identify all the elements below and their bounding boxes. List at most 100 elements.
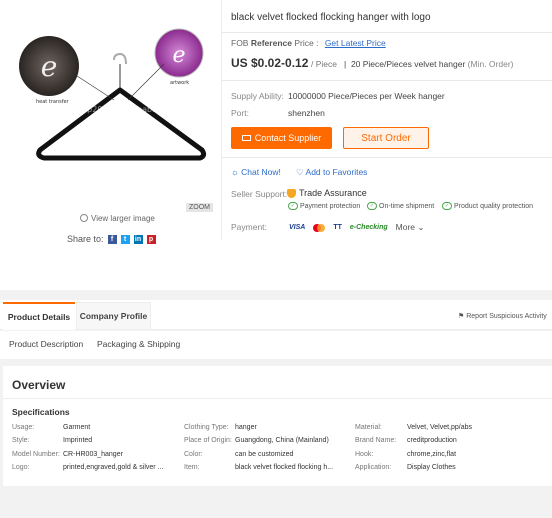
price-range: US $0.02-0.12 [231, 56, 309, 70]
zoom-badge[interactable]: ZOOM [186, 203, 213, 212]
favorites-label: Add to Favorites [305, 167, 368, 177]
overview-title: Overview [12, 378, 66, 392]
payment-protection: ✓ Payment protection [288, 202, 360, 210]
spec-value: hanger [235, 424, 257, 431]
view-larger-link[interactable]: View larger image [80, 214, 155, 223]
fob-reference: Reference [250, 38, 292, 48]
pinterest-icon[interactable]: p [146, 234, 156, 244]
tab-product-details[interactable]: Product Details [3, 302, 75, 330]
product-image[interactable]: e e latitudepp2016.en.alibaba.com heat t… [14, 8, 214, 208]
contact-label: Contact Supplier [254, 133, 322, 143]
chat-label: Chat Now! [241, 167, 281, 177]
svg-text:e: e [172, 43, 185, 68]
svg-text:artwork: artwork [170, 80, 189, 86]
divider [221, 0, 222, 240]
spec-key: Material: [355, 424, 382, 431]
moq-label: (Min. Order) [467, 59, 514, 69]
supply-label: Supply Ability: [231, 91, 284, 101]
spec-value: black velvet flocked flocking h... [235, 464, 334, 471]
svg-text:e: e [41, 50, 58, 83]
spec-value: Display Clothes [407, 464, 456, 471]
echecking-icon: e-Checking [349, 224, 388, 231]
trade-assurance[interactable]: Trade Assurance [287, 188, 367, 198]
spec-value: Garment [63, 424, 91, 431]
on-time-shipment: ✓ On-time shipment [367, 202, 434, 210]
tab-company-profile[interactable]: Company Profile [76, 302, 151, 330]
linkedin-icon[interactable]: in [133, 234, 143, 244]
chat-now-link[interactable]: ☼ Chat Now! [231, 167, 281, 177]
report-suspicious-link[interactable]: ⚑ Report Suspicious Activity [458, 312, 547, 320]
heart-icon: ♡ [296, 167, 304, 177]
check-icon: ✓ [288, 202, 298, 210]
protection-label: Product quality protection [454, 202, 533, 210]
visa-icon: VISA [289, 224, 306, 231]
get-latest-price-link[interactable]: Get Latest Price [325, 38, 386, 48]
product-title: black velvet flocked flocking hanger wit… [231, 12, 431, 23]
start-order-button[interactable]: Start Order [343, 127, 429, 149]
spec-key: Color: [184, 451, 203, 458]
spec-key: Logo: [12, 464, 30, 471]
flag-icon: ⚑ [458, 313, 465, 320]
spec-key: Application: [355, 464, 392, 471]
seller-support-label: Seller Support: [231, 189, 288, 199]
chevron-down-icon: ⌄ [417, 222, 425, 232]
more-payment-dropdown[interactable]: More ⌄ [396, 222, 425, 233]
spec-value: CR-HR003_hanger [63, 451, 123, 458]
more-label: More [395, 222, 416, 232]
tab-packaging-shipping[interactable]: Packaging & Shipping [97, 339, 180, 349]
spec-value: Velvet, Velvet,pp/abs [407, 424, 472, 431]
protection-label: Payment protection [300, 202, 361, 210]
spec-value: chrome,zinc,flat [407, 451, 457, 458]
tt-icon: TT [333, 224, 342, 231]
mail-icon [241, 135, 251, 141]
spec-value: Guangdong, China (Mainland) [235, 437, 329, 444]
spec-key: Item: [184, 464, 200, 471]
divider [221, 80, 552, 81]
protection-label: On-time shipment [379, 202, 435, 210]
add-favorites-link[interactable]: ♡ Add to Favorites [296, 167, 367, 178]
spec-value: printed,engraved,gold & silver ... [63, 464, 164, 471]
payment-label: Payment: [231, 222, 267, 232]
divider [221, 32, 552, 33]
spec-key: Brand Name: [355, 437, 397, 444]
spec-value: creditproduction [407, 437, 457, 444]
payment-methods: VISA TT e-Checking More ⌄ [289, 222, 425, 233]
spec-key: Place of Origin: [184, 437, 232, 444]
spec-value: can be customized [235, 451, 294, 458]
tab-product-description[interactable]: Product Description [9, 339, 83, 349]
supply-value: 10000000 Piece/Pieces per Week hanger [288, 91, 445, 101]
mastercard-icon [313, 223, 326, 232]
spec-value: Imprinted [63, 437, 93, 444]
check-icon: ✓ [442, 202, 452, 210]
spec-key: Style: [12, 437, 30, 444]
port-value: shenzhen [288, 108, 325, 118]
min-order: | 20 Piece/Pieces velvet hanger (Min. Or… [344, 59, 514, 69]
fob-price-line: FOB Reference Price : Get Latest Price [231, 38, 386, 48]
moq-value: 20 Piece/Pieces velvet hanger [350, 59, 466, 69]
check-icon: ✓ [367, 202, 377, 210]
specifications-title: Specifications [12, 407, 70, 417]
contact-supplier-button[interactable]: Contact Supplier [231, 127, 332, 149]
product-quality-protection: ✓ Product quality protection [442, 202, 533, 210]
divider [221, 157, 552, 158]
divider [3, 398, 552, 399]
svg-text:heat transfer: heat transfer [36, 99, 70, 105]
spec-key: Usage: [12, 424, 35, 431]
view-larger-label: View larger image [91, 214, 155, 223]
magnifier-icon [80, 214, 88, 222]
spec-key: Model Number: [12, 451, 60, 458]
facebook-icon[interactable]: f [107, 234, 117, 244]
report-label: Report Suspicious Activity [466, 313, 547, 320]
spec-key: Clothing Type: [184, 424, 229, 431]
fob-prefix: FOB [231, 38, 249, 48]
twitter-icon[interactable]: t [120, 234, 130, 244]
shield-icon [287, 188, 296, 198]
chat-icon: ☼ [231, 167, 239, 177]
price-unit: / Piece [311, 59, 337, 69]
fob-suffix: Price : [294, 38, 319, 48]
share-label: Share to: [67, 234, 104, 244]
svg-text:latitudepp2016.en.alibaba.com: latitudepp2016.en.alibaba.com [51, 105, 176, 114]
trade-assurance-label: Trade Assurance [299, 188, 367, 198]
share-bar: Share to: f t in p [67, 234, 156, 244]
spec-key: Hook: [355, 451, 374, 458]
